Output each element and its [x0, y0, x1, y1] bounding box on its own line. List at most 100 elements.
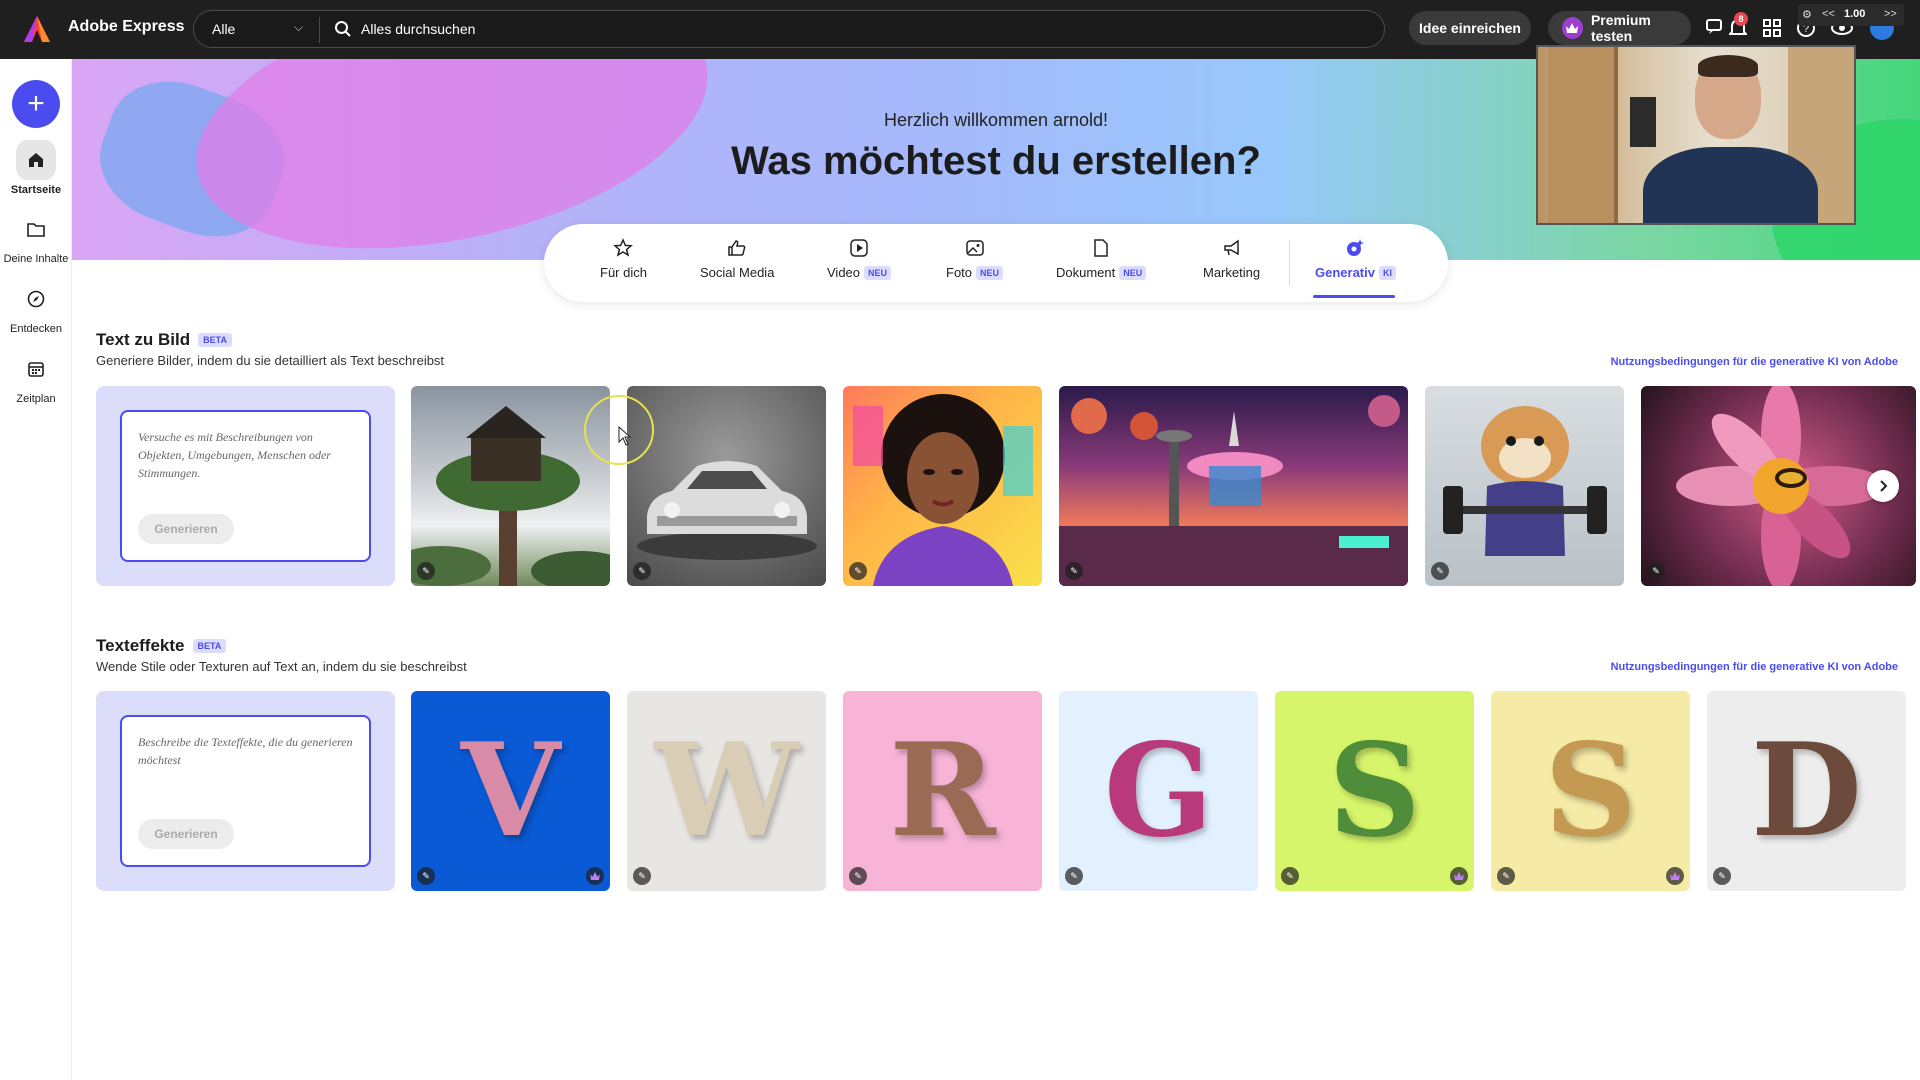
calendar-icon: [16, 349, 56, 389]
thumbs-up-icon: [700, 238, 774, 260]
treehouse-illustration: [411, 406, 610, 586]
new-badge: NEU: [976, 266, 1004, 280]
section-title-text-to-image: Text zu Bild BETA: [96, 330, 232, 350]
sidebar-item-label: Entdecken: [10, 323, 62, 335]
terms-link[interactable]: Nutzungsbedingungen für die generative K…: [1611, 356, 1898, 368]
folder-icon: [16, 209, 56, 249]
sparkle-icon: [1315, 238, 1396, 260]
carousel-next-button[interactable]: [1867, 470, 1899, 502]
search-scope-select[interactable]: Alle: [212, 21, 235, 37]
effect-letter: S: [1328, 716, 1421, 866]
edit-icon[interactable]: ✎: [633, 562, 651, 580]
document-icon: [1056, 238, 1146, 260]
terms-link[interactable]: Nutzungsbedingungen für die generative K…: [1611, 661, 1898, 673]
hamster-illustration: [1443, 406, 1607, 556]
tab-label: Für dich: [600, 265, 647, 280]
tab-photo[interactable]: Foto NEU: [946, 238, 1004, 280]
edit-icon[interactable]: ✎: [1065, 867, 1083, 885]
tab-for-you[interactable]: Für dich: [600, 238, 647, 280]
edit-icon[interactable]: ✎: [633, 867, 651, 885]
text-effect-tile[interactable]: D ✎: [1707, 691, 1906, 891]
compass-icon: [16, 279, 56, 319]
edit-icon[interactable]: ✎: [417, 562, 435, 580]
notification-badge: 8: [1734, 12, 1748, 26]
tab-social-media[interactable]: Social Media: [700, 238, 774, 280]
tab-label: Dokument: [1056, 265, 1116, 280]
car-illustration: [637, 461, 817, 560]
tab-document[interactable]: Dokument NEU: [1056, 238, 1147, 280]
generate-button[interactable]: Generieren: [138, 819, 234, 849]
sidebar-item-your-content[interactable]: Deine Inhalte: [0, 209, 72, 265]
new-badge: NEU: [864, 266, 892, 280]
submit-idea-button[interactable]: Idee einreichen: [1409, 11, 1531, 45]
wall-panel-image: [1630, 97, 1656, 147]
hamster-weightlifting-image[interactable]: ✎: [1425, 386, 1624, 586]
effect-letter: W: [654, 716, 799, 866]
text-effect-tile[interactable]: V ✎: [411, 691, 610, 891]
prompt-placeholder: Beschreibe die Texteffekte, die du gener…: [138, 735, 353, 767]
active-tab-indicator: [1313, 295, 1395, 298]
portrait-image[interactable]: ✎: [843, 386, 1042, 586]
zoom-control[interactable]: ⚙ << 1.00 >>: [1798, 4, 1904, 26]
search-input[interactable]: Alles durchsuchen: [361, 21, 475, 37]
vintage-car-image[interactable]: ✎: [627, 386, 826, 586]
text-effect-tile[interactable]: G ✎: [1059, 691, 1258, 891]
divider: [319, 17, 320, 43]
amusement-park-illustration: [1059, 395, 1408, 586]
create-button[interactable]: +: [12, 80, 60, 128]
edit-icon[interactable]: ✎: [849, 562, 867, 580]
section-title-text-effects: Texteffekte BETA: [96, 636, 227, 656]
tab-generative[interactable]: Generativ KI: [1315, 238, 1396, 280]
edit-icon[interactable]: ✎: [1281, 867, 1299, 885]
prompt-input[interactable]: Beschreibe die Texteffekte, die du gener…: [120, 715, 371, 867]
premium-button-label: Premium testen: [1590, 12, 1651, 44]
category-tabs: Für dich Social Media Video NEU Foto NEU D…: [544, 224, 1448, 302]
beta-badge: BETA: [192, 639, 227, 653]
tab-label: Social Media: [700, 265, 775, 280]
premium-crown-icon: [1450, 867, 1468, 885]
sidebar-item-discover[interactable]: Entdecken: [0, 279, 72, 335]
chat-icon[interactable]: [1704, 16, 1728, 40]
text-effect-tile[interactable]: W ✎: [627, 691, 826, 891]
zoom-value: 1.00: [1844, 8, 1866, 20]
edit-icon[interactable]: ✎: [1713, 867, 1731, 885]
sidebar-item-home[interactable]: Startseite: [0, 140, 72, 196]
premium-crown-icon: [586, 867, 604, 885]
generate-button[interactable]: Generieren: [138, 514, 234, 544]
text-effect-tile[interactable]: S ✎: [1491, 691, 1690, 891]
person-image: [1698, 55, 1758, 77]
treehouse-image[interactable]: ✎: [411, 386, 610, 586]
edit-icon[interactable]: ✎: [417, 867, 435, 885]
premium-trial-button[interactable]: Premium testen: [1548, 11, 1691, 45]
prompt-placeholder: Versuche es mit Beschreibungen von Objek…: [138, 430, 331, 480]
sidebar-item-label: Deine Inhalte: [3, 253, 69, 265]
prompt-input[interactable]: Versuche es mit Beschreibungen von Objek…: [120, 410, 371, 562]
adobe-logo-icon[interactable]: [22, 14, 52, 44]
edit-icon[interactable]: ✎: [1431, 562, 1449, 580]
tab-video[interactable]: Video NEU: [827, 238, 892, 280]
home-icon: [16, 140, 56, 180]
sidebar-item-schedule[interactable]: Zeitplan: [0, 349, 72, 405]
effect-letter: R: [889, 716, 996, 866]
apps-grid-icon[interactable]: [1760, 16, 1784, 40]
app-title[interactable]: Adobe Express: [68, 18, 184, 36]
zoom-prev-button[interactable]: <<: [1822, 8, 1835, 20]
tab-label: Foto: [946, 265, 973, 280]
settings-gear-icon[interactable]: ⚙: [1802, 8, 1812, 21]
edit-icon[interactable]: ✎: [849, 867, 867, 885]
edit-icon[interactable]: ✎: [1647, 562, 1665, 580]
divider: [1289, 240, 1290, 286]
edit-icon[interactable]: ✎: [1497, 867, 1515, 885]
tab-label: Generativ: [1315, 265, 1375, 280]
zoom-next-button[interactable]: >>: [1884, 8, 1897, 20]
chevron-down-icon[interactable]: ⌵: [294, 20, 303, 35]
mouse-cursor-icon: [618, 426, 632, 446]
text-effect-tile[interactable]: S ✎: [1275, 691, 1474, 891]
section-description: Wende Stile oder Texturen auf Text an, i…: [96, 659, 467, 674]
tab-marketing[interactable]: Marketing: [1203, 238, 1260, 280]
global-search[interactable]: Alle ⌵ Alles durchsuchen: [193, 10, 1385, 48]
text-effect-tile[interactable]: R ✎: [843, 691, 1042, 891]
edit-icon[interactable]: ✎: [1065, 562, 1083, 580]
retro-amusement-park-image[interactable]: ✎: [1059, 386, 1408, 586]
image-icon: [946, 238, 1003, 260]
